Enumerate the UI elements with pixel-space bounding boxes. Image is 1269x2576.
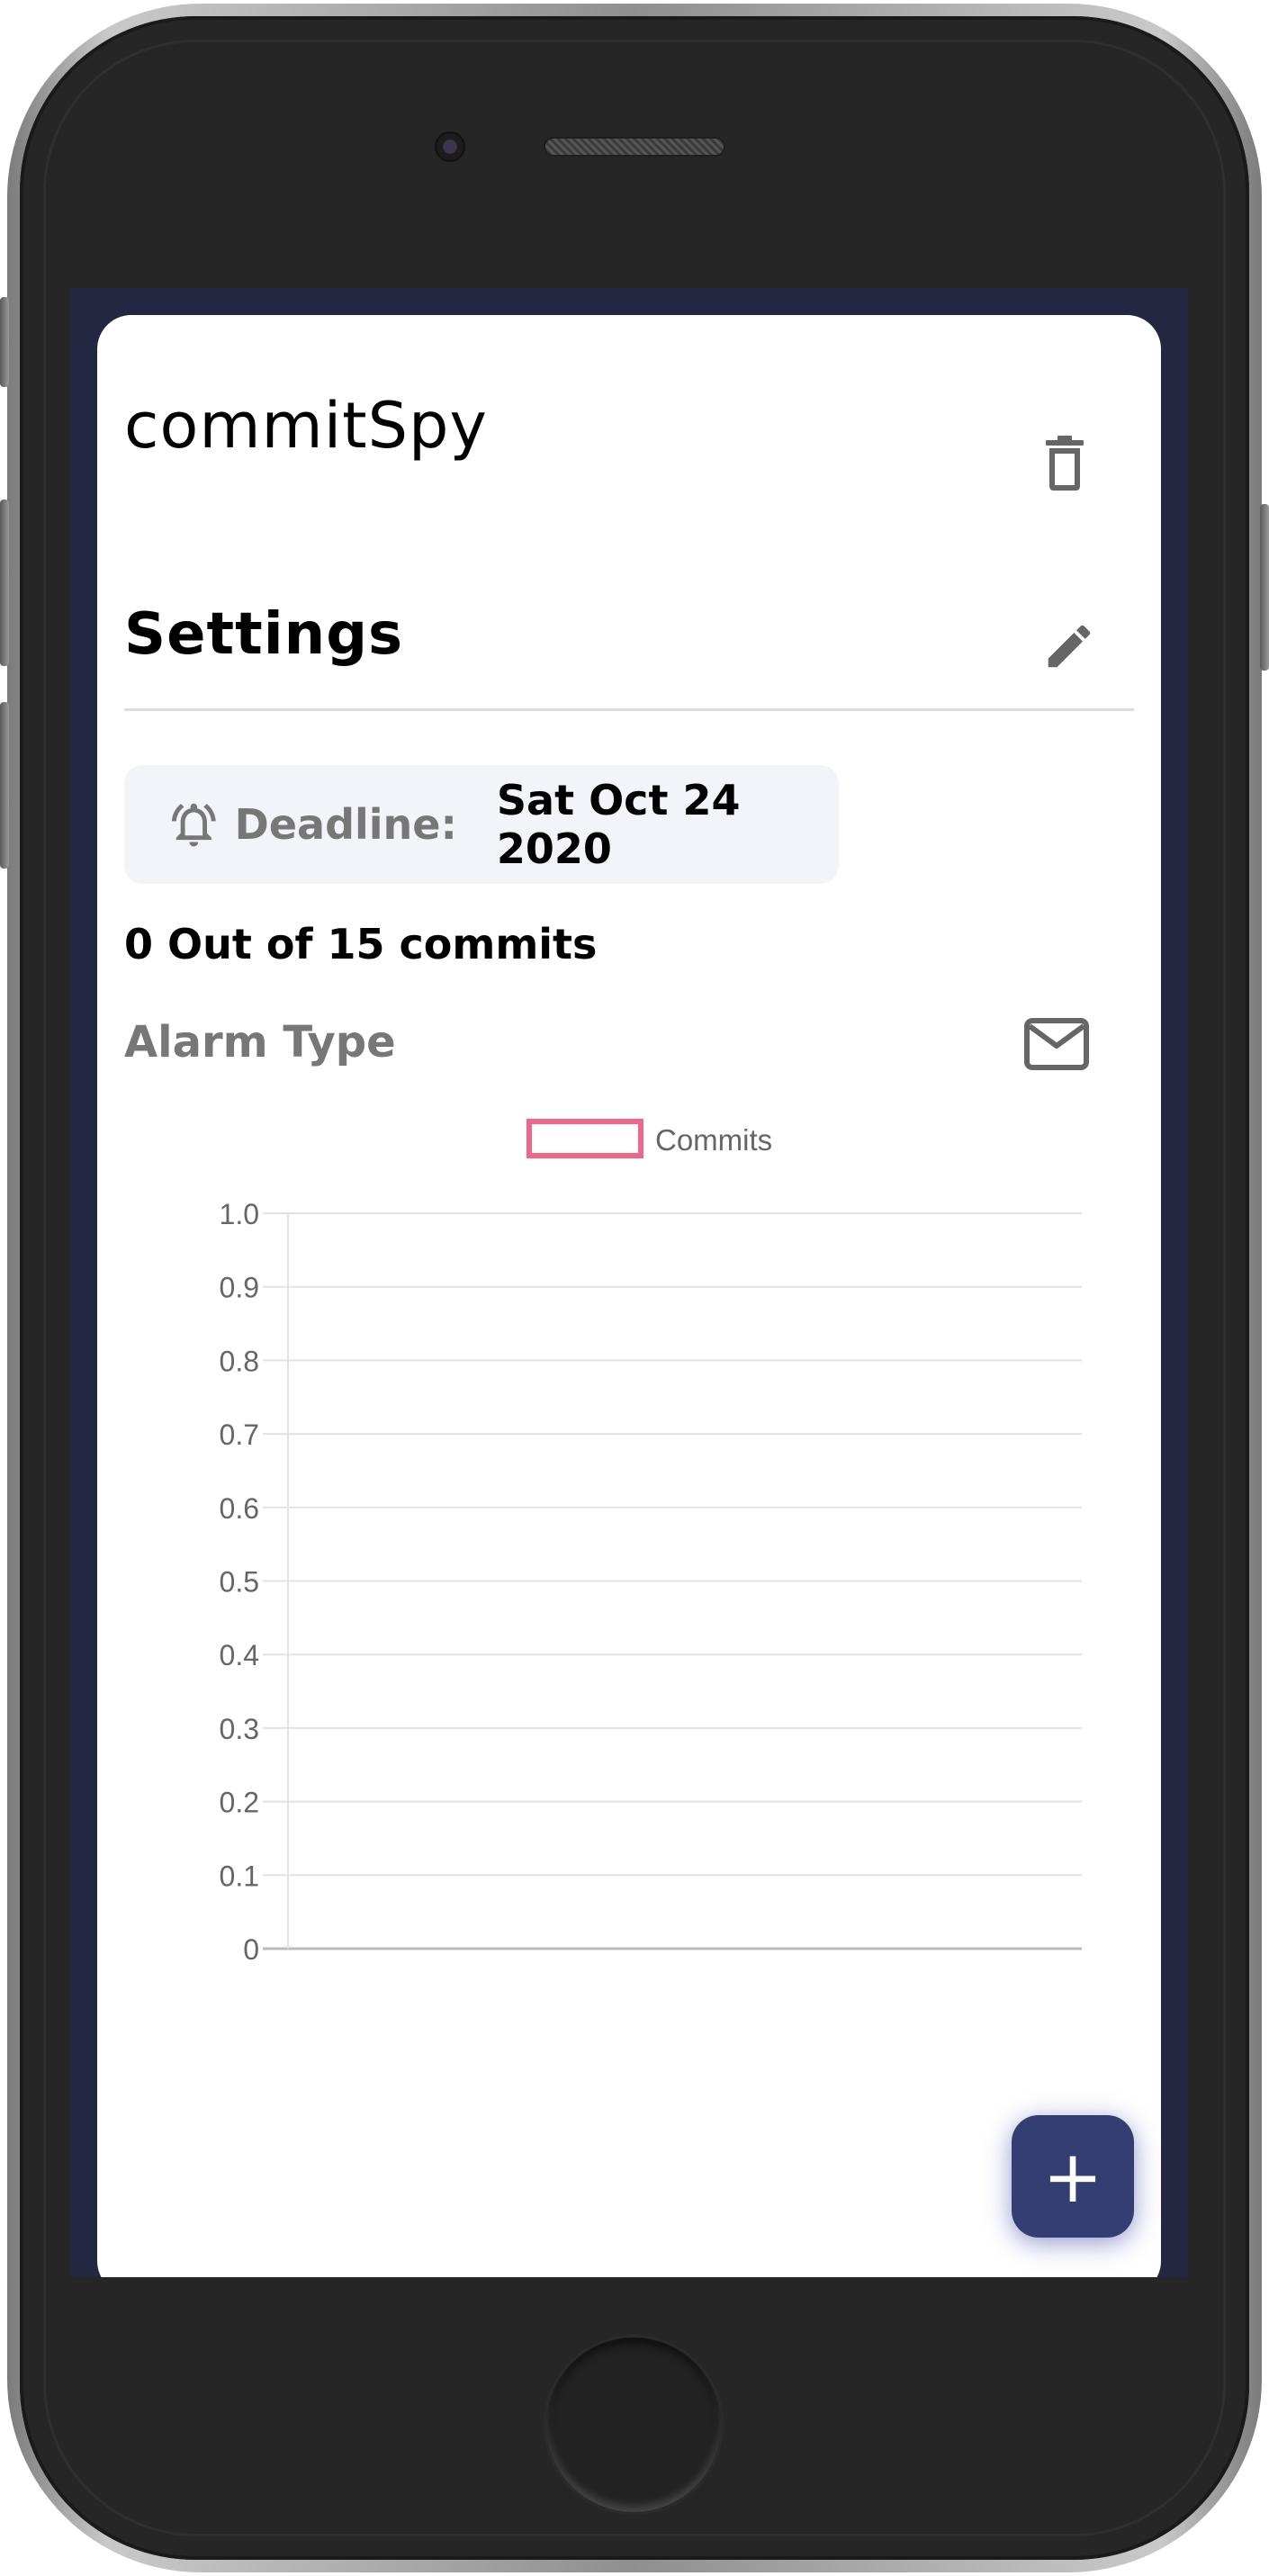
home-button[interactable] <box>544 2335 724 2515</box>
y-tick-label: 0.9 <box>220 1272 259 1304</box>
mail-icon[interactable] <box>1024 1015 1089 1073</box>
earpiece-speaker <box>544 137 725 157</box>
y-tick-label: 0.7 <box>220 1419 259 1451</box>
volume-up-button <box>0 500 9 666</box>
edit-button[interactable] <box>1033 610 1105 682</box>
volume-down-button <box>0 702 9 869</box>
y-tick-label: 0 <box>243 1933 259 1966</box>
deadline-label: Deadline: <box>234 800 457 849</box>
commit-progress-text: 0 Out of 15 commits <box>124 920 598 968</box>
mute-switch <box>0 297 9 387</box>
deadline-value: Sat Oct 24 2020 <box>496 776 741 873</box>
section-title: Settings <box>124 601 404 668</box>
app-title: commitSpy <box>124 389 488 463</box>
trash-icon <box>1046 436 1084 491</box>
pencil-icon <box>1048 625 1091 668</box>
project-card: commitSpy Settings Deadline: Sat Oct 24 … <box>97 315 1161 2277</box>
add-button[interactable]: + <box>1012 2115 1134 2238</box>
legend-swatch <box>526 1119 644 1158</box>
power-button <box>1260 504 1269 671</box>
delete-button[interactable] <box>1033 428 1096 500</box>
commits-chart: Commits 0 0.1 0.2 0.3 0.4 0.5 0.6 0.7 0.8 0.9 1.0 <box>220 1119 1082 1966</box>
y-tick-label: 0.1 <box>220 1860 259 1892</box>
legend-label: Commits <box>655 1123 772 1157</box>
bell-icon <box>171 803 216 847</box>
deadline-box: Deadline: Sat Oct 24 2020 <box>124 765 839 884</box>
y-tick-label: 0.4 <box>220 1639 259 1671</box>
y-tick-label: 0.8 <box>220 1345 259 1377</box>
y-tick-label: 0.5 <box>220 1566 259 1599</box>
y-tick-label: 0.6 <box>220 1492 259 1525</box>
screen: commitSpy Settings Deadline: Sat Oct 24 … <box>70 288 1188 2277</box>
alarm-type-label: Alarm Type <box>124 1017 396 1067</box>
y-tick-label: 0.2 <box>220 1787 259 1819</box>
y-tick-label: 0.3 <box>220 1713 259 1745</box>
section-divider <box>124 708 1134 711</box>
y-tick-label: 1.0 <box>220 1198 259 1230</box>
front-camera <box>435 131 465 162</box>
